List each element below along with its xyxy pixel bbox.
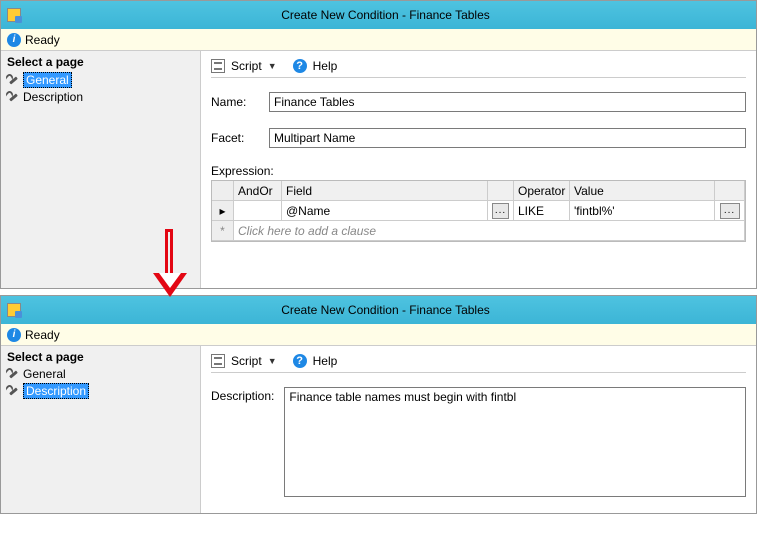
status-text: Ready: [25, 328, 60, 342]
content-panel: Script ▼ ? Help Name: Facet: Expression:…: [201, 51, 756, 288]
toolbar: Script ▼ ? Help: [211, 354, 746, 373]
name-label: Name:: [211, 95, 269, 109]
wrench-icon: [7, 91, 19, 103]
grid-header-spacer2: [715, 181, 745, 201]
facet-label: Facet:: [211, 131, 269, 145]
sidebar-item-description[interactable]: Description: [1, 382, 200, 400]
script-icon: [211, 354, 225, 368]
cell-field-picker[interactable]: ...: [488, 201, 514, 221]
cell-andor[interactable]: [234, 201, 282, 221]
grid-header-operator[interactable]: Operator: [514, 181, 570, 201]
expression-grid: AndOr Field Operator Value ▸ @Name ... L…: [211, 180, 746, 242]
content-panel: Script ▼ ? Help Description:: [201, 346, 756, 513]
sidebar-item-label: General: [23, 367, 66, 381]
window-title: Create New Condition - Finance Tables: [21, 303, 750, 317]
new-row-marker: *: [212, 221, 234, 241]
new-row-placeholder[interactable]: Click here to add a clause: [234, 221, 745, 241]
status-text: Ready: [25, 33, 60, 47]
row-marker: ▸: [212, 201, 234, 221]
sidebar-header: Select a page: [1, 348, 200, 366]
sidebar-item-description[interactable]: Description: [1, 89, 200, 105]
expression-label: Expression:: [211, 164, 746, 178]
ellipsis-button[interactable]: ...: [720, 203, 740, 219]
info-icon: i: [7, 328, 21, 342]
grid-row[interactable]: ▸ @Name ... LIKE 'fintbl%' ...: [212, 201, 745, 221]
toolbar: Script ▼ ? Help: [211, 59, 746, 78]
wrench-icon: [7, 74, 19, 86]
info-icon: i: [7, 33, 21, 47]
status-bar: i Ready: [1, 29, 756, 51]
help-button[interactable]: Help: [313, 59, 338, 73]
app-icon: [7, 303, 21, 317]
grid-header-spacer: [488, 181, 514, 201]
ellipsis-button[interactable]: ...: [492, 203, 509, 219]
description-textarea[interactable]: [284, 387, 746, 497]
status-bar: i Ready: [1, 324, 756, 346]
sidebar-item-general[interactable]: General: [1, 71, 200, 89]
titlebar[interactable]: Create New Condition - Finance Tables: [1, 1, 756, 29]
help-button[interactable]: Help: [313, 354, 338, 368]
dialog-window-description: Create New Condition - Finance Tables i …: [0, 295, 757, 514]
help-icon: ?: [293, 354, 307, 368]
script-button[interactable]: Script: [231, 354, 262, 368]
cell-operator[interactable]: LIKE: [514, 201, 570, 221]
grid-new-row[interactable]: * Click here to add a clause: [212, 221, 745, 241]
sidebar-item-label: General: [23, 72, 72, 88]
sidebar-item-label: Description: [23, 90, 83, 104]
app-icon: [7, 8, 21, 22]
facet-input[interactable]: [269, 128, 746, 148]
grid-header-andor[interactable]: AndOr: [234, 181, 282, 201]
titlebar[interactable]: Create New Condition - Finance Tables: [1, 296, 756, 324]
script-button[interactable]: Script: [231, 59, 262, 73]
chevron-down-icon[interactable]: ▼: [268, 61, 277, 71]
grid-header-row: AndOr Field Operator Value: [212, 181, 745, 201]
wrench-icon: [7, 368, 19, 380]
cell-field[interactable]: @Name: [282, 201, 488, 221]
chevron-down-icon[interactable]: ▼: [268, 356, 277, 366]
sidebar: Select a page General Description: [1, 346, 201, 513]
window-title: Create New Condition - Finance Tables: [21, 8, 750, 22]
script-icon: [211, 59, 225, 73]
cell-value-picker[interactable]: ...: [715, 201, 745, 221]
sidebar-item-label: Description: [23, 383, 89, 399]
grid-header-field[interactable]: Field: [282, 181, 488, 201]
cell-value[interactable]: 'fintbl%': [570, 201, 715, 221]
dialog-window-general: Create New Condition - Finance Tables i …: [0, 0, 757, 289]
help-icon: ?: [293, 59, 307, 73]
sidebar-header: Select a page: [1, 53, 200, 71]
name-input[interactable]: [269, 92, 746, 112]
wrench-icon: [7, 385, 19, 397]
grid-header-value[interactable]: Value: [570, 181, 715, 201]
grid-header-selector: [212, 181, 234, 201]
sidebar-item-general[interactable]: General: [1, 366, 200, 382]
description-label: Description:: [211, 387, 274, 497]
